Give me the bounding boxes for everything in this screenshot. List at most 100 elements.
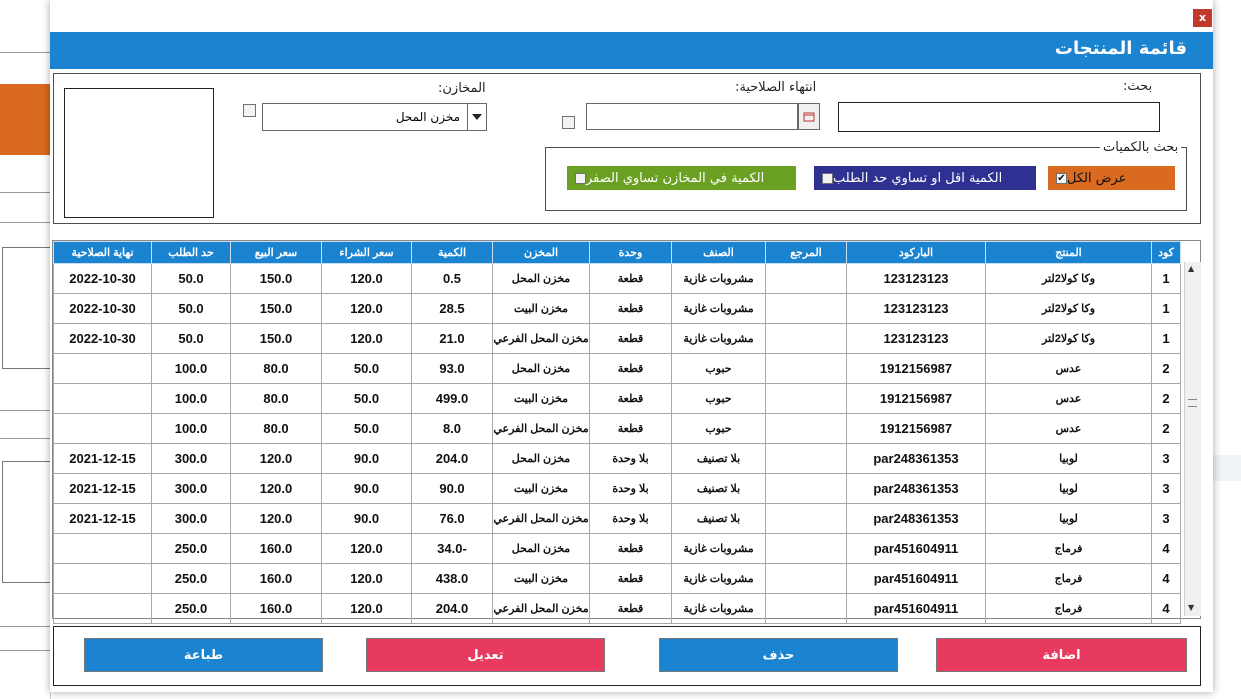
table-cell: قطعة (589, 263, 672, 294)
scroll-thumb-grip-icon[interactable] (1188, 399, 1197, 407)
table-cell (765, 263, 847, 294)
table-row[interactable]: 1 وكا كولا2لتر 123123123 مشروبات غازية قطعة م… (53, 263, 1181, 294)
table-header: كود المنتج الباركود المرجع الصنف وحدة المخزن ال… (53, 241, 1181, 264)
table-cell: 120.0 (321, 563, 412, 594)
table-cell: 100.0 (151, 413, 231, 444)
calendar-button[interactable] (798, 103, 820, 130)
table-row[interactable]: 4 فرماج par451604911 مشروبات غازية قطعة مخزن … (53, 533, 1181, 564)
stores-checkbox[interactable] (243, 104, 256, 117)
column-header[interactable]: المخزن (492, 241, 590, 264)
table-row[interactable]: 3 لوبيا par248361353 بلا تصنيف بلا وحدة مخزن … (53, 473, 1181, 504)
table-row[interactable]: 1 وكا كولا2لتر 123123123 مشروبات غازية قطعة م… (53, 323, 1181, 354)
chevron-down-icon (472, 114, 482, 120)
delete-button[interactable]: حذف (659, 638, 898, 672)
scroll-down-icon[interactable]: ▼ (1188, 603, 1194, 612)
expiry-checkbox[interactable] (562, 116, 575, 129)
show-all-filter[interactable]: عرض الكل ✔ (1048, 166, 1175, 190)
table-cell: 250.0 (151, 593, 231, 624)
table-cell: 50.0 (321, 383, 412, 414)
dialog-title-bar: قائمة المنتجات (50, 32, 1213, 69)
table-cell: 50.0 (151, 293, 231, 324)
table-cell: 300.0 (151, 443, 231, 474)
table-cell: 123123123 (846, 263, 986, 294)
table-cell: 2021-12-15 (53, 473, 152, 504)
stores-select[interactable]: مخزن المحل (262, 103, 487, 131)
below-limit-checkbox[interactable] (822, 172, 833, 184)
print-button[interactable]: طباعة (84, 638, 323, 672)
background-divider (0, 626, 50, 627)
table-cell: فرماج (985, 593, 1152, 624)
vertical-scrollbar[interactable]: ▲ ▼ (1184, 262, 1201, 616)
table-row[interactable]: 4 فرماج par451604911 مشروبات غازية قطعة مخزن … (53, 563, 1181, 594)
table-cell: مشروبات غازية (671, 293, 766, 324)
expiry-date-input[interactable] (586, 103, 798, 130)
edit-button[interactable]: تعديل (366, 638, 605, 672)
table-cell: 28.5 (411, 293, 493, 324)
table-cell (765, 413, 847, 444)
table-row[interactable]: 3 لوبيا par248361353 بلا تصنيف بلا وحدة مخزن … (53, 443, 1181, 474)
table-row[interactable]: 3 لوبيا par248361353 بلا تصنيف بلا وحدة مخزن … (53, 503, 1181, 534)
search-input[interactable] (838, 102, 1160, 132)
table-cell: 1 (1151, 323, 1181, 354)
table-cell: 2022-10-30 (53, 293, 152, 324)
background-window-right (1213, 0, 1241, 699)
table-cell: حبوب (671, 413, 766, 444)
table-cell: بلا وحدة (589, 443, 672, 474)
table-cell: 120.0 (321, 263, 412, 294)
column-header[interactable]: الكمية (411, 241, 493, 264)
column-header[interactable]: نهاية الصلاحية (53, 241, 152, 264)
background-divider (0, 438, 50, 439)
scroll-up-icon[interactable]: ▲ (1188, 264, 1194, 273)
zero-qty-filter[interactable]: الكمية في المخازن تساوي الصفر (567, 166, 796, 190)
close-button[interactable]: x (1193, 9, 1212, 27)
table-row[interactable]: 2 عدس 1912156987 حبوب قطعة مخزن البيت 499.0 50.… (53, 383, 1181, 414)
table-row[interactable]: 2 عدس 1912156987 حبوب قطعة مخزن المحل 93.0 50.0… (53, 353, 1181, 384)
table-cell: لوبيا (985, 443, 1152, 474)
table-cell: مخزن المحل (492, 263, 590, 294)
table-cell: 2022-10-30 (53, 263, 152, 294)
table-cell: 80.0 (230, 353, 322, 384)
background-strip (1213, 455, 1241, 481)
table-cell: مشروبات غازية (671, 323, 766, 354)
table-cell: مخزن المحل الفرعي (492, 323, 590, 354)
table-cell: -34.0 (411, 533, 493, 564)
table-cell (53, 353, 152, 384)
column-header[interactable]: الباركود (846, 241, 986, 264)
column-header[interactable]: حد الطلب (151, 241, 231, 264)
dialog-title: قائمة المنتجات (1054, 38, 1187, 59)
table-cell (765, 383, 847, 414)
column-header[interactable]: المرجع (765, 241, 847, 264)
table-cell: 204.0 (411, 593, 493, 624)
table-cell: بلا تصنيف (671, 443, 766, 474)
table-cell: مخزن البيت (492, 473, 590, 504)
zero-qty-checkbox[interactable] (575, 172, 586, 184)
table-cell: 123123123 (846, 293, 986, 324)
column-header[interactable]: المنتج (985, 241, 1152, 264)
column-header[interactable]: الصنف (671, 241, 766, 264)
dropdown-button[interactable] (467, 104, 486, 130)
column-header[interactable]: سعر الشراء (321, 241, 412, 264)
table-row[interactable]: 1 وكا كولا2لتر 123123123 مشروبات غازية قطعة م… (53, 293, 1181, 324)
show-all-checkbox[interactable]: ✔ (1056, 172, 1067, 184)
table-cell (53, 593, 152, 624)
below-limit-filter[interactable]: الكمية اقل او تساوي حد الطلب (814, 166, 1036, 190)
table-row[interactable]: 2 عدس 1912156987 حبوب قطعة مخزن المحل الفرعي 8… (53, 413, 1181, 444)
table-cell (53, 533, 152, 564)
table-cell: par451604911 (846, 593, 986, 624)
table-cell: بلا وحدة (589, 473, 672, 504)
table-cell: 204.0 (411, 443, 493, 474)
search-label: بحث: (1123, 79, 1153, 94)
column-header[interactable]: كود (1151, 241, 1181, 264)
table-row[interactable]: 4 فرماج par451604911 مشروبات غازية قطعة مخزن … (53, 593, 1181, 624)
table-cell: مخزن البيت (492, 293, 590, 324)
table-cell: 438.0 (411, 563, 493, 594)
add-button[interactable]: اضافة (936, 638, 1187, 672)
table-cell: 150.0 (230, 263, 322, 294)
column-header[interactable]: وحدة (589, 241, 672, 264)
background-divider (0, 192, 50, 193)
table-cell: 2022-10-30 (53, 323, 152, 354)
table-cell: قطعة (589, 323, 672, 354)
column-header[interactable]: سعر البيع (230, 241, 322, 264)
table-cell: 3 (1151, 443, 1181, 474)
table-cell: 0.5 (411, 263, 493, 294)
